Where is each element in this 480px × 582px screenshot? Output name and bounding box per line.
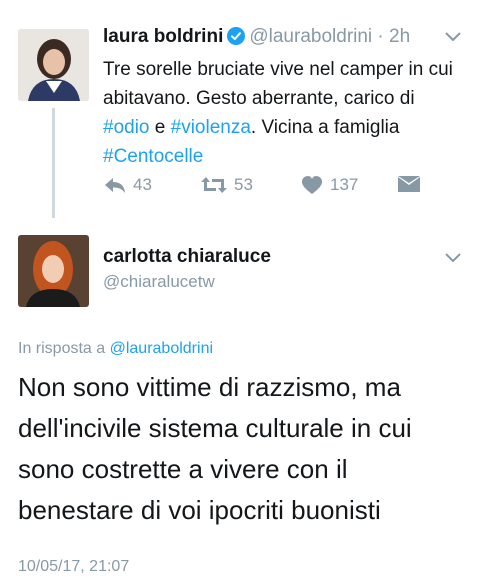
avatar-carlotta-chiaraluce[interactable] (18, 235, 89, 307)
like-count: 137 (330, 175, 359, 194)
chevron-down-icon[interactable] (444, 251, 462, 269)
thread-connector-line (52, 108, 55, 218)
reply-context: In risposta a @lauraboldrini (18, 340, 213, 358)
author-handle[interactable]: @lauraboldrini (249, 26, 372, 47)
reply-button[interactable]: 43 (103, 175, 152, 195)
direct-message-icon (397, 175, 427, 193)
retweet-icon (200, 175, 234, 195)
hashtag-odio[interactable]: #odio (103, 117, 150, 138)
tweet-actions: 43 53 137 (103, 175, 443, 201)
time-ago[interactable]: 2h (389, 26, 410, 47)
reply-author-name[interactable]: carlotta chiaraluce (103, 246, 271, 268)
dot-separator: · (372, 26, 390, 47)
reply-to-handle[interactable]: @lauraboldrini (110, 340, 213, 357)
reply-text: Non sono vittime di razzismo, ma dell'in… (18, 372, 412, 525)
hashtag-centocelle[interactable]: #Centocelle (103, 146, 203, 167)
tweet-header: laura boldrini @lauraboldrini · 2h (103, 26, 410, 51)
retweet-button[interactable]: 53 (200, 175, 253, 195)
verified-badge-icon (227, 27, 246, 51)
hashtag-violenza[interactable]: #violenza (171, 117, 251, 138)
reply-author-handle[interactable]: @chiaralucetw (103, 272, 215, 292)
chevron-down-icon[interactable] (444, 30, 462, 48)
like-button[interactable]: 137 (300, 175, 358, 195)
direct-message-button[interactable] (397, 175, 427, 193)
tweet-text: Tre sorelle bruciate vive nel camper in … (103, 55, 463, 171)
retweet-count: 53 (234, 175, 253, 194)
tweet-text-segment: . Vicina a famiglia (250, 117, 400, 138)
reply-icon (103, 175, 133, 195)
reply-count: 43 (133, 175, 152, 194)
avatar-laura-boldrini[interactable] (18, 29, 89, 101)
tweet-text-segment: Tre sorelle bruciate vive nel camper in … (103, 59, 453, 109)
reply-prefix: In risposta a (18, 340, 106, 357)
author-name[interactable]: laura boldrini (103, 26, 223, 47)
heart-icon (300, 175, 330, 195)
reply-timestamp[interactable]: 10/05/17, 21:07 (18, 558, 129, 576)
tweet-text-segment: e (149, 117, 171, 138)
